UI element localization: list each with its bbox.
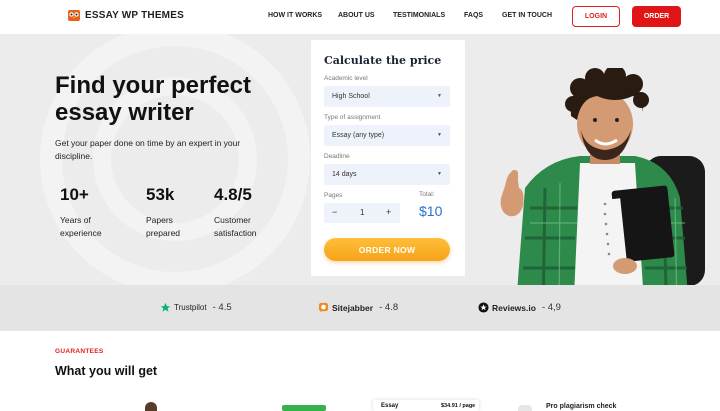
nav-testimonials[interactable]: TESTIMONIALS (393, 12, 445, 19)
assignment-type-select[interactable]: Essay (any type) ▼ (324, 125, 450, 146)
feature-icon (518, 405, 532, 411)
ratings-bar: Trustpilot - 4.5 Sitejabber - 4.8 Review… (0, 285, 720, 331)
decorative-graphic (282, 405, 326, 411)
assignment-type-value: Essay (any type) (332, 132, 385, 139)
rating-trustpilot[interactable]: Trustpilot - 4.5 (160, 302, 232, 313)
stat-satisfaction-value: 4.8/5 (214, 185, 252, 204)
reviews-io-name: Reviews.io (492, 302, 536, 313)
guarantees-tag: GUARANTEES (55, 348, 104, 355)
nav-about-us[interactable]: ABOUT US (338, 12, 375, 19)
hero-title: Find your perfect essay writer (55, 72, 252, 126)
price-calculator: Calculate the price Academic level High … (311, 40, 465, 276)
hero-subtitle: Get your paper done on time by an expert… (55, 138, 241, 161)
owl-logo-icon (68, 10, 80, 21)
feature-label: Pro plagiarism check (546, 403, 617, 410)
decrement-button[interactable]: − (332, 207, 337, 217)
reviews-io-score: - 4,9 (541, 302, 561, 313)
academic-level-select[interactable]: High School ▼ (324, 86, 450, 107)
stat-years-label: Years of experience (60, 215, 102, 238)
brand-logo[interactable]: ESSAY WP THEMES (67, 8, 184, 22)
nav-get-in-touch[interactable]: GET IN TOUCH (502, 12, 552, 19)
price-card-label: Essay (381, 403, 399, 409)
increment-button[interactable]: + (386, 207, 391, 217)
stat-satisfaction-label: Customer satisfaction (214, 215, 257, 238)
chevron-down-icon: ▼ (437, 93, 442, 99)
chevron-down-icon: ▼ (437, 171, 442, 177)
order-now-button[interactable]: ORDER NOW (324, 238, 450, 261)
stat-papers-label: Papers prepared (146, 215, 181, 238)
assignment-type-label: Type of assignment (324, 114, 381, 121)
stat-years-value: 10+ (60, 185, 89, 204)
nav-how-it-works[interactable]: HOW IT WORKS (268, 12, 322, 19)
avatar (145, 402, 157, 411)
student-photo (500, 68, 705, 285)
stat-papers-value: 53k (146, 185, 175, 204)
deadline-label: Deadline (324, 153, 350, 160)
sitejabber-name: Sitejabber (332, 302, 374, 313)
brand-name: ESSAY WP THEMES (85, 9, 184, 21)
rating-reviews-io[interactable]: Reviews.io - 4,9 (478, 302, 561, 313)
sitejabber-icon (318, 302, 329, 313)
guarantees-title: What you will get (55, 364, 158, 378)
calculator-title: Calculate the price (324, 54, 442, 67)
site-header: ESSAY WP THEMES HOW IT WORKS ABOUT US TE… (0, 0, 720, 34)
deadline-select[interactable]: 14 days ▼ (324, 164, 450, 185)
pages-stepper: − 1 + (324, 203, 400, 223)
nav-faqs[interactable]: FAQS (464, 12, 483, 19)
total-label: Total: (419, 191, 435, 198)
price-card-price: $34.91 / page (441, 403, 476, 409)
chevron-down-icon: ▼ (437, 132, 442, 138)
order-button[interactable]: ORDER (632, 6, 681, 27)
reviews-io-star-icon (478, 302, 489, 313)
deadline-value: 14 days (332, 171, 357, 178)
rating-sitejabber[interactable]: Sitejabber - 4.8 (318, 302, 398, 313)
pages-label: Pages (324, 192, 343, 199)
pages-value[interactable]: 1 (360, 208, 364, 217)
sitejabber-score: - 4.8 (379, 302, 399, 313)
trustpilot-name: Trustpilot (174, 303, 207, 312)
academic-level-label: Academic level (324, 75, 368, 82)
price-card: Essay $34.91 / page (373, 400, 479, 411)
login-button[interactable]: LOGIN (572, 6, 620, 27)
total-price: $10 (419, 203, 443, 219)
academic-level-value: High School (332, 93, 370, 100)
trustpilot-star-icon (160, 302, 171, 312)
trustpilot-score: - 4.5 (212, 302, 232, 313)
